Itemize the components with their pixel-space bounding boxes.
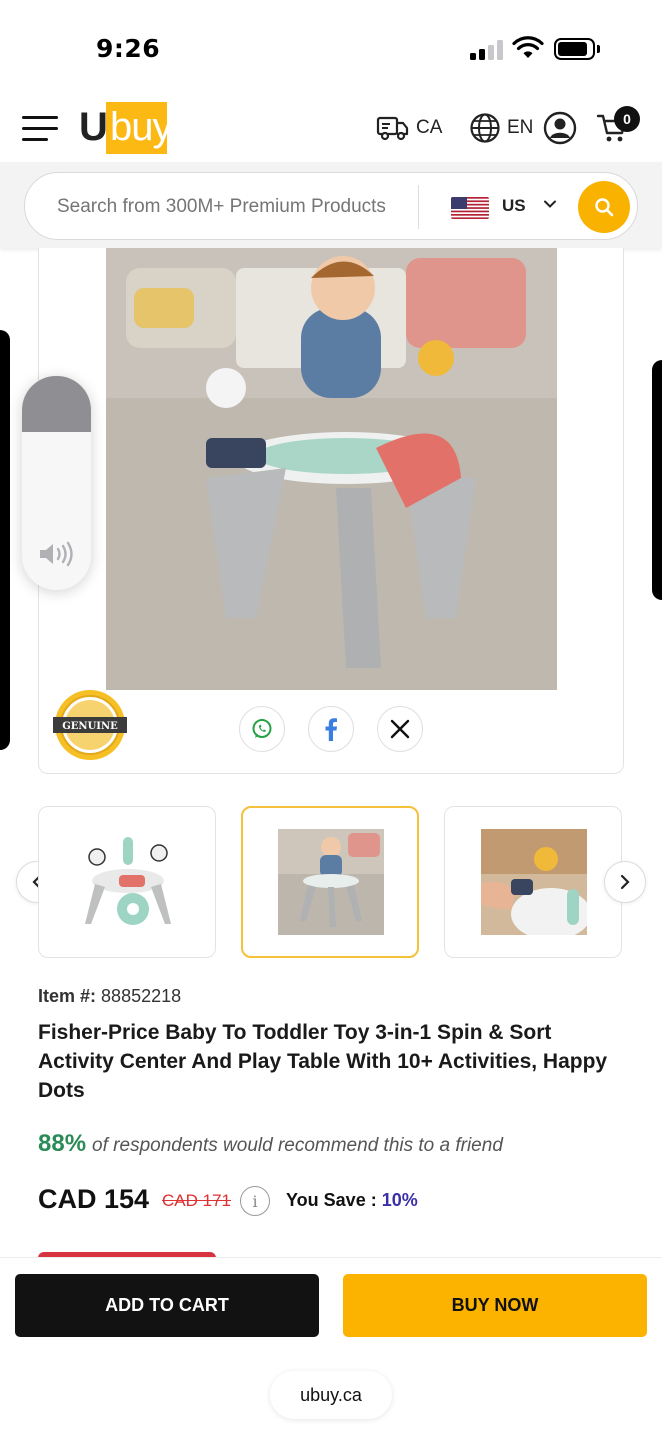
genuine-badge-label: GENUINE — [62, 721, 118, 732]
original-price: CAD 171 — [162, 1191, 231, 1210]
x-icon — [390, 719, 410, 739]
recommend-text: of respondents would recommend this to a… — [92, 1135, 503, 1156]
ubuy-logo[interactable]: U buy — [79, 102, 172, 154]
facebook-icon — [325, 718, 337, 741]
item-number-value: 88852218 — [101, 986, 182, 1006]
search-box: US — [24, 172, 638, 240]
battery-icon — [554, 38, 600, 60]
thumbnail-next-button[interactable] — [604, 861, 646, 903]
delivery-country-selector[interactable]: CA — [376, 112, 442, 144]
search-country-label[interactable]: US — [502, 196, 526, 216]
cart-count-badge: 0 — [614, 106, 640, 132]
delivery-country-label: CA — [416, 117, 443, 138]
current-price: CAD 154 — [38, 1184, 150, 1214]
buy-now-button[interactable]: BUY NOW — [343, 1274, 647, 1337]
thumbnail-image — [481, 829, 587, 935]
account-icon[interactable] — [543, 111, 577, 145]
facebook-share-button[interactable] — [308, 706, 354, 752]
language-selector[interactable]: EN — [469, 112, 533, 144]
search-button[interactable] — [578, 181, 630, 233]
cellular-signal-icon — [470, 40, 504, 60]
thumbnail-image — [75, 829, 181, 935]
browser-url-pill[interactable]: ubuy.ca — [270, 1371, 392, 1419]
globe-icon — [470, 113, 500, 143]
thumbnail-1[interactable] — [38, 806, 216, 958]
search-strip: US — [0, 162, 662, 248]
us-flag-icon[interactable] — [451, 197, 489, 219]
wifi-icon — [512, 36, 544, 58]
device-edge-left — [0, 330, 10, 750]
item-number: Item #: 88852218 — [38, 986, 181, 1007]
genuine-guarantee-badge: GENUINE — [53, 690, 127, 760]
thumbnail-3[interactable] — [444, 806, 622, 958]
you-save: You Save : 10% — [286, 1190, 418, 1211]
bottom-action-bar: ADD TO CART BUY NOW ubuy.ca — [0, 1257, 662, 1440]
chevron-right-icon — [620, 874, 630, 890]
language-label: EN — [507, 117, 534, 138]
menu-icon[interactable] — [22, 116, 58, 142]
speaker-volume-icon — [40, 541, 73, 567]
recommend-percent: 88% — [38, 1130, 87, 1157]
recommendation: 88% of respondents would recommend this t… — [38, 1130, 503, 1158]
status-time: 9:26 — [96, 34, 161, 63]
site-header: U buy CA EN — [0, 96, 662, 162]
thumbnail-2[interactable] — [241, 806, 419, 958]
price-info-icon[interactable]: i — [240, 1186, 270, 1216]
product-title: Fisher-Price Baby To Toddler Toy 3-in-1 … — [38, 1021, 608, 1102]
volume-level-fill — [22, 376, 91, 432]
whatsapp-share-button[interactable] — [239, 706, 285, 752]
search-icon — [595, 198, 614, 217]
you-save-label: You Save : — [286, 1190, 377, 1210]
you-save-percent: 10% — [381, 1190, 418, 1210]
add-to-cart-button[interactable]: ADD TO CART — [15, 1274, 319, 1337]
thumbnail-image — [278, 829, 384, 935]
chevron-down-icon[interactable] — [543, 197, 557, 211]
whatsapp-icon — [252, 719, 272, 738]
product-image-card: GENUINE — [38, 248, 624, 774]
search-input[interactable] — [57, 191, 401, 223]
product-main-image[interactable] — [106, 248, 557, 690]
device-edge-right — [652, 360, 662, 600]
volume-slider[interactable] — [22, 376, 91, 590]
item-number-label: Item #: — [38, 986, 97, 1006]
status-bar: 9:26 — [0, 0, 662, 96]
x-share-button[interactable] — [377, 706, 423, 752]
search-divider — [418, 185, 419, 229]
delivery-truck-icon — [376, 116, 409, 141]
